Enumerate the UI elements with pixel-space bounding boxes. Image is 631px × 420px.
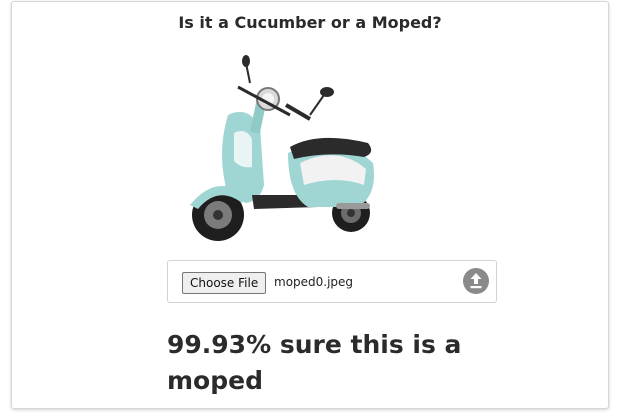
selected-filename: moped0.jpeg [274, 275, 354, 289]
choose-file-button[interactable]: Choose File [182, 272, 267, 294]
uploaded-image [168, 35, 393, 260]
main-card: Is it a Cucumber or a Moped? Choose File… [11, 1, 609, 409]
moped-image [190, 55, 374, 241]
file-input[interactable]: Choose File moped0.jpeg [167, 260, 497, 303]
upload-icon[interactable] [462, 267, 490, 295]
page-title: Is it a Cucumber or a Moped? [178, 13, 442, 32]
prediction-result: 99.93% sure this is a moped [167, 330, 462, 395]
